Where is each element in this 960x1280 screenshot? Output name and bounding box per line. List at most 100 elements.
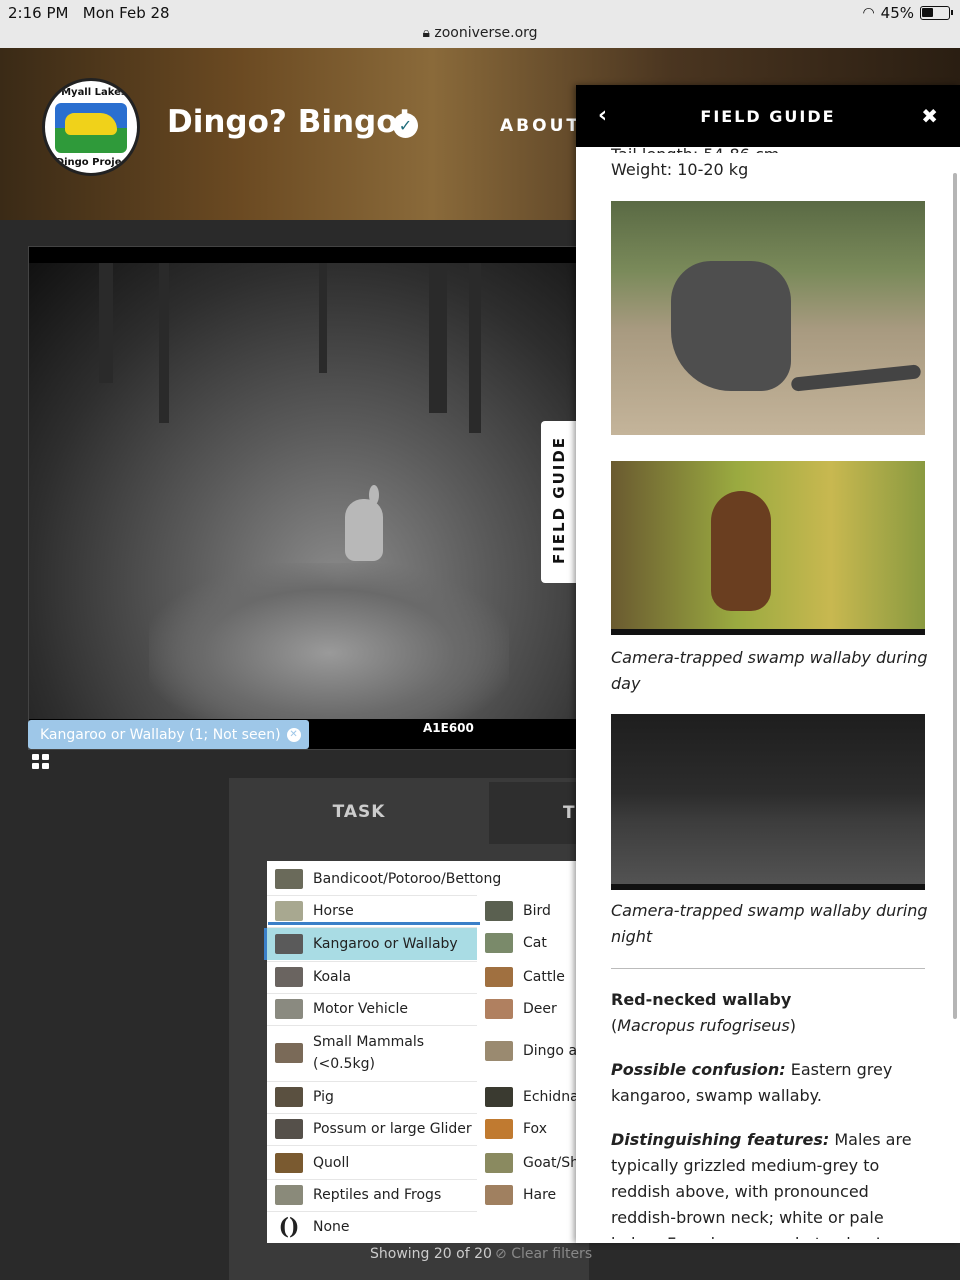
- choice-item[interactable]: Echidna: [485, 1082, 576, 1112]
- choice-item[interactable]: Quoll: [275, 1148, 481, 1178]
- status-indicators: ◠ 45%: [862, 4, 953, 22]
- choice-item[interactable]: Fox: [485, 1114, 576, 1144]
- choice-item[interactable]: Pig: [275, 1082, 481, 1112]
- lock-icon: 🔒︎: [422, 25, 430, 41]
- choice-item[interactable]: Koala: [275, 962, 481, 992]
- battery-icon: [920, 6, 953, 20]
- choice-label: Kangaroo or Wallaby: [313, 936, 458, 952]
- choice-thumbnail: [485, 1041, 513, 1061]
- choice-item[interactable]: Deer: [485, 994, 576, 1024]
- project-title[interactable]: Dingo? Bingo!: [167, 104, 412, 140]
- choice-label: Pig: [313, 1089, 334, 1105]
- dingo-icon: [65, 113, 117, 135]
- subject-viewer[interactable]: A1E600: [28, 246, 589, 750]
- choice-label: Goat/Sh: [523, 1155, 576, 1171]
- field-guide-title: FIELD GUIDE: [700, 107, 836, 126]
- choice-label: Bird: [523, 903, 551, 919]
- selection-indicator: [268, 922, 480, 925]
- nav-about-link[interactable]: ABOUT: [500, 116, 581, 136]
- weight-text: Weight: 10-20 kg: [611, 160, 749, 179]
- divider: [611, 968, 925, 969]
- wallaby-photo: [611, 201, 925, 435]
- tab-task[interactable]: TASK: [229, 778, 489, 846]
- distinguishing-features: Distinguishing features: Males are typic…: [611, 1130, 912, 1239]
- caption-night: Camera-trapped swamp wallaby during nigh…: [611, 901, 928, 946]
- choice-label: Echidna: [523, 1089, 576, 1105]
- choice-item[interactable]: Kangaroo or Wallaby: [264, 928, 477, 960]
- choice-item[interactable]: Goat/Sh: [485, 1148, 576, 1178]
- choice-item[interactable]: Dingo a: [485, 1036, 576, 1066]
- wallaby-day-photo: [611, 461, 925, 635]
- choice-thumbnail: [485, 1185, 513, 1205]
- choice-thumbnail: [485, 933, 513, 953]
- choice-thumbnail: [275, 1043, 303, 1063]
- close-icon[interactable]: ✕: [286, 727, 301, 742]
- annotation-tag[interactable]: Kangaroo or Wallaby (1; Not seen) ✕: [28, 720, 309, 749]
- choice-thumbnail: [275, 967, 303, 987]
- choice-item[interactable]: Reptiles and Frogs: [275, 1180, 481, 1210]
- choice-label: Bandicoot/Potoroo/Bettong: [313, 871, 502, 887]
- choice-thumbnail: [485, 999, 513, 1019]
- choice-label: Cattle: [523, 969, 565, 985]
- grid-icon[interactable]: [32, 754, 50, 770]
- field-guide-panel: ‹ FIELD GUIDE ✖ Tail length: 54-86 cm We…: [576, 85, 960, 1243]
- choice-label: Cat: [523, 935, 547, 951]
- caption-day: Camera-trapped swamp wallaby during day: [611, 648, 928, 693]
- choice-thumbnail: [485, 1087, 513, 1107]
- close-icon[interactable]: ✖: [921, 104, 938, 128]
- status-bar: 2:16 PM Mon Feb 28 ◠ 45% 🔒︎ zooniverse.o…: [0, 0, 960, 48]
- wifi-icon: ◠: [862, 5, 875, 21]
- choice-label: Horse: [313, 903, 354, 919]
- choice-thumbnail: [275, 901, 303, 921]
- field-guide-tab[interactable]: FIELD GUIDE: [541, 421, 577, 583]
- choice-thumbnail: [275, 934, 303, 954]
- choice-thumbnail: [275, 1087, 303, 1107]
- choice-item[interactable]: Cattle: [485, 962, 576, 992]
- choice-label: None: [313, 1219, 350, 1235]
- wallaby-figure: [345, 499, 383, 561]
- tab-tutorial[interactable]: T: [489, 782, 589, 844]
- choice-label: Dingo a: [523, 1043, 576, 1059]
- verified-badge-icon: ✓: [393, 113, 418, 138]
- wallaby-night-photo: [611, 714, 925, 890]
- choice-item[interactable]: Possum or large Glider: [275, 1114, 481, 1144]
- choice-item[interactable]: Motor Vehicle: [275, 994, 481, 1024]
- possible-confusion: Possible confusion: Eastern grey kangaro…: [611, 1060, 893, 1105]
- choice-label: Possum or large Glider: [313, 1121, 472, 1137]
- choice-thumbnail: [275, 1153, 303, 1173]
- choice-thumbnail: [485, 1153, 513, 1173]
- choice-label: Hare: [523, 1187, 557, 1203]
- field-guide-scrollbar[interactable]: [953, 173, 957, 1019]
- clear-icon: ⊘: [495, 1246, 507, 1262]
- choice-thumbnail: [275, 1119, 303, 1139]
- choice-thumbnail: [485, 967, 513, 987]
- choice-label: Quoll: [313, 1155, 350, 1171]
- choice-label: Fox: [523, 1121, 547, 1137]
- field-guide-header: ‹ FIELD GUIDE ✖: [576, 85, 960, 147]
- choice-thumbnail: [275, 999, 303, 1019]
- choice-label: Small Mammals (<0.5kg): [313, 1034, 425, 1072]
- battery-percent: 45%: [880, 4, 914, 22]
- none-icon: (): [278, 1214, 300, 1240]
- choice-thumbnail: [485, 901, 513, 921]
- choice-item[interactable]: Bandicoot/Potoroo/Bettong: [275, 864, 501, 894]
- choice-item[interactable]: Cat: [485, 928, 576, 958]
- choice-item[interactable]: () None: [275, 1212, 481, 1242]
- camera-id: A1E600: [423, 721, 474, 735]
- address-bar[interactable]: 🔒︎ zooniverse.org: [0, 25, 960, 41]
- species-heading: Red-necked wallaby (Macropus rufogriseus): [611, 990, 796, 1035]
- showing-count: Showing 20 of 20: [370, 1246, 492, 1262]
- choice-item[interactable]: Hare: [485, 1180, 576, 1210]
- choice-thumbnail: [485, 1119, 513, 1139]
- choice-item[interactable]: Bird: [485, 896, 576, 926]
- status-time: 2:16 PM Mon Feb 28: [8, 4, 170, 22]
- camera-trap-image[interactable]: [29, 263, 589, 719]
- choice-thumbnail: [275, 869, 303, 889]
- clear-filters-button[interactable]: ⊘ Clear filters: [495, 1246, 592, 1262]
- choice-thumbnail: [275, 1185, 303, 1205]
- choice-item[interactable]: Small Mammals (<0.5kg): [275, 1026, 481, 1080]
- choice-label: Motor Vehicle: [313, 1001, 408, 1017]
- choice-label: Deer: [523, 1001, 557, 1017]
- project-logo[interactable]: Myall Lakes Dingo Project: [42, 78, 140, 176]
- cut-off-text: Tail length: 54-86 cm: [611, 145, 811, 153]
